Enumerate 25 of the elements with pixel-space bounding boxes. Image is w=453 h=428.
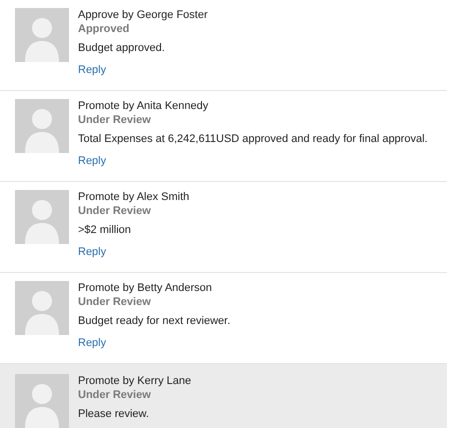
comment-title: Promote by Kerry Lane <box>78 374 192 388</box>
reply-link[interactable]: Reply <box>78 153 106 169</box>
avatar-icon <box>15 281 69 335</box>
comment-title: Promote by Alex Smith <box>78 190 190 204</box>
comment-message: Budget approved. <box>78 41 165 56</box>
comment-item[interactable]: Promote by Kerry Lane Under Review Please review. <box>0 364 447 428</box>
comment-message: Total Expenses at 6,242,611USD approved and ready for final approval. <box>78 132 428 147</box>
comment-status: Under Review <box>78 388 151 402</box>
comment-status: Under Review <box>78 204 151 218</box>
comment-message: Please review. <box>78 407 149 422</box>
comment-title: Approve by George Foster <box>78 8 208 22</box>
comment-message: Budget ready for next reviewer. <box>78 314 230 329</box>
avatar-icon <box>15 8 69 62</box>
avatar-icon <box>15 374 69 428</box>
reply-link[interactable]: Reply <box>78 62 106 78</box>
reply-link[interactable]: Reply <box>78 335 106 351</box>
comment-status: Under Review <box>78 113 151 127</box>
reply-link[interactable]: Reply <box>78 244 106 260</box>
comment-status: Under Review <box>78 295 151 309</box>
comment-title: Promote by Betty Anderson <box>78 281 212 295</box>
avatar-icon <box>15 190 69 244</box>
comment-title: Promote by Anita Kennedy <box>78 99 208 113</box>
comment-message: >$2 million <box>78 223 131 238</box>
comment-status: Approved <box>78 22 130 36</box>
avatar-icon <box>15 99 69 153</box>
